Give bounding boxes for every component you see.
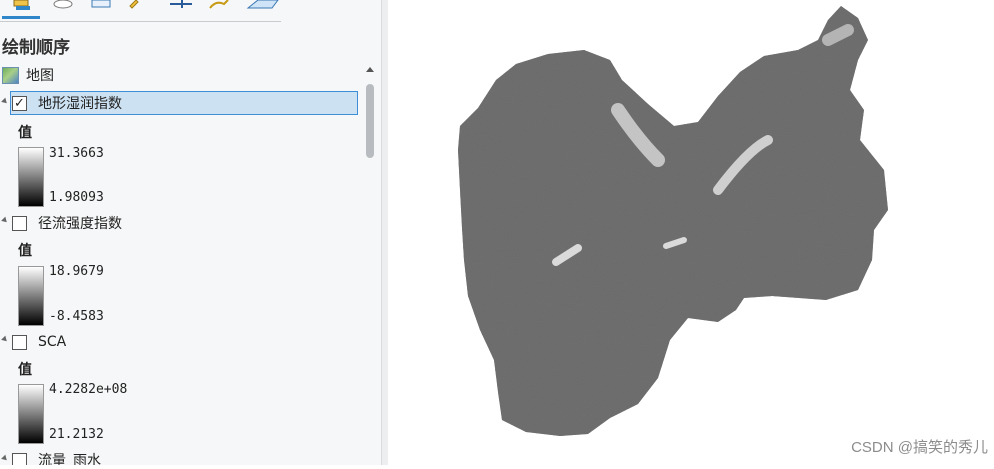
layer-tree: 地图 ✓ 地形湿润指数 值 31.3663 1.98093 径流强度指数 值 1… (0, 62, 362, 465)
raster-map (458, 6, 888, 436)
layer-row-twi[interactable]: ✓ 地形湿润指数 (10, 91, 358, 115)
color-ramp-swatch[interactable] (18, 266, 44, 326)
list-by-perspective-icon[interactable] (246, 0, 279, 9)
layer-name: 径流强度指数 (38, 216, 122, 232)
ramp-max-label: 31.3663 (49, 146, 104, 161)
layer-visibility-checkbox[interactable] (12, 452, 27, 465)
vertical-scrollbar[interactable] (362, 62, 378, 465)
ramp-max-label: 4.2282e+08 (49, 382, 128, 397)
layer-name: 地形湿润指数 (38, 96, 122, 112)
list-by-labeling-icon[interactable] (209, 0, 229, 9)
layer-row-sca[interactable]: SCA (0, 330, 358, 354)
list-by-drawing-order-icon[interactable] (13, 0, 30, 10)
watermark: CSDN @搞笑的秀儿 (851, 439, 988, 456)
toolbar-icons (13, 0, 279, 10)
value-heading: 值 (18, 125, 32, 141)
expand-arrow-icon[interactable] (1, 97, 9, 106)
list-by-source-icon[interactable] (53, 0, 73, 9)
layer-name: 流量_雨水 (38, 453, 101, 465)
map-icon (2, 66, 19, 84)
list-by-snapping-icon[interactable] (170, 0, 192, 8)
pane-title: 绘制顺序 (2, 38, 70, 58)
layer-row-spi[interactable]: 径流强度指数 (0, 211, 358, 235)
list-by-selection-icon[interactable] (91, 0, 111, 8)
ramp-max-label: 18.9679 (49, 264, 104, 279)
list-by-editing-icon[interactable] (129, 0, 139, 9)
value-heading: 值 (18, 362, 32, 378)
color-ramp-swatch[interactable] (18, 384, 44, 444)
layer-visibility-checkbox[interactable]: ✓ (12, 95, 27, 111)
active-tab-indicator (2, 16, 40, 19)
layer-name: SCA (38, 334, 67, 350)
contents-toolbar (0, 0, 281, 22)
layer-visibility-checkbox[interactable] (12, 334, 27, 350)
ramp-min-label: 21.2132 (49, 427, 104, 442)
map-node-label: 地图 (26, 68, 54, 84)
value-heading: 值 (18, 243, 32, 259)
color-ramp-swatch[interactable] (18, 147, 44, 207)
layer-row-flow[interactable]: 流量_雨水 (0, 448, 358, 465)
ramp-min-label: -8.4583 (49, 309, 104, 324)
map-node[interactable]: 地图 (2, 65, 54, 85)
contents-pane: 绘制顺序 地图 ✓ 地形湿润指数 值 31.3663 1.98093 径流强度指… (0, 0, 381, 465)
map-view[interactable] (388, 0, 994, 465)
scroll-thumb[interactable] (366, 84, 374, 158)
ramp-min-label: 1.98093 (49, 190, 104, 205)
scroll-up-icon[interactable] (366, 67, 374, 72)
layer-visibility-checkbox[interactable] (12, 215, 27, 231)
